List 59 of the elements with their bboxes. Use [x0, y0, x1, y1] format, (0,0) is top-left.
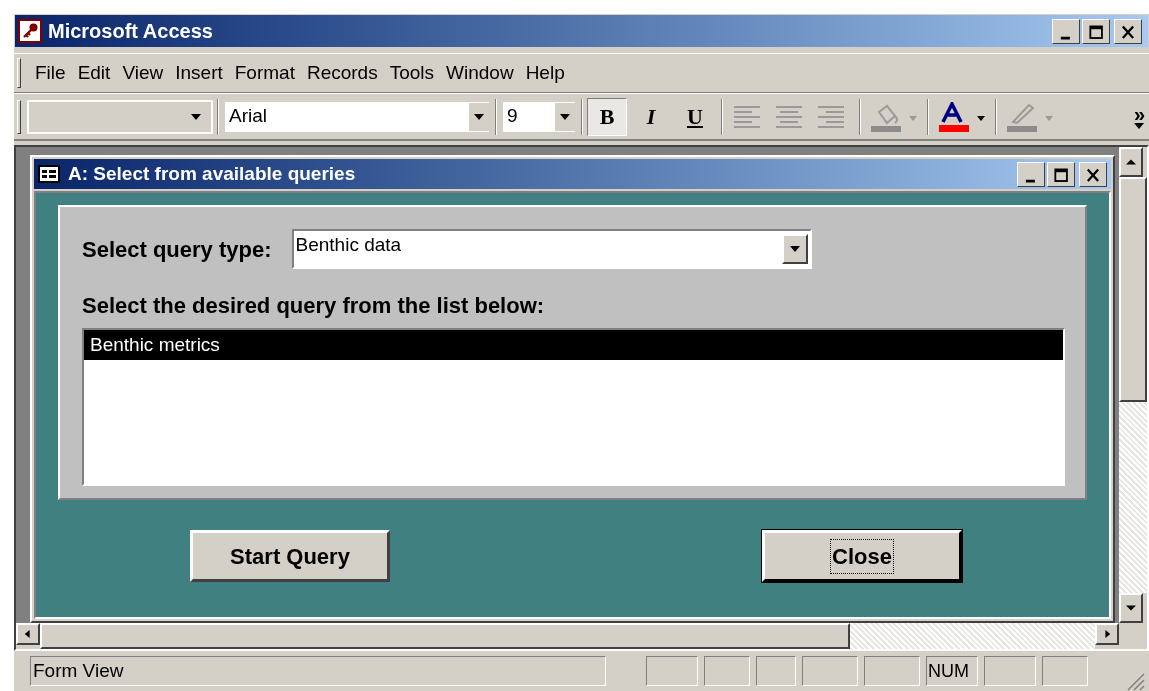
toolbar-grip — [17, 99, 21, 134]
menu-item[interactable]: Tools — [383, 56, 441, 90]
menu-item[interactable]: Format — [228, 56, 301, 90]
list-item[interactable]: Benthic metrics — [84, 330, 1063, 360]
dropdown-arrow-icon — [191, 113, 201, 120]
line-color-icon[interactable] — [1005, 101, 1055, 132]
status-panel — [704, 656, 750, 686]
status-panel — [646, 656, 698, 686]
scroll-right-button[interactable] — [1095, 623, 1119, 645]
key-icon — [18, 19, 42, 43]
underline-button[interactable]: U — [675, 97, 715, 136]
menu-item[interactable]: Insert — [169, 56, 229, 90]
toolbar-grip — [17, 58, 21, 88]
menu-item[interactable]: Window — [440, 56, 520, 90]
dropdown-arrow-icon — [1134, 122, 1145, 129]
dropdown-arrow-icon — [560, 113, 570, 120]
menu-item[interactable]: Edit — [71, 56, 117, 90]
maximize-button[interactable] — [1082, 18, 1110, 44]
scroll-up-button[interactable] — [1119, 147, 1143, 177]
scroll-down-button[interactable] — [1119, 593, 1143, 623]
combo-value: Benthic data — [294, 233, 403, 257]
minimize-button[interactable] — [1017, 161, 1045, 187]
window-title: Microsoft Access — [48, 19, 214, 44]
scrollbar-thumb[interactable] — [40, 623, 850, 649]
close-button[interactable] — [1114, 18, 1142, 44]
status-text: Form View — [30, 656, 606, 686]
status-panel — [984, 656, 1036, 686]
scrollbar-thumb[interactable] — [1119, 177, 1147, 402]
status-panel — [864, 656, 920, 686]
menu-item[interactable]: View — [116, 56, 170, 90]
font-color-icon[interactable] — [937, 101, 987, 132]
dropdown-arrow-icon — [474, 113, 484, 120]
field-label: Select the desired query from the list below: — [82, 292, 546, 320]
query-type-combo[interactable]: Benthic data — [291, 229, 812, 269]
minimize-button[interactable] — [1052, 18, 1080, 44]
status-panel — [1042, 656, 1088, 686]
close-button[interactable] — [1079, 161, 1107, 187]
dropdown-arrow-icon — [789, 246, 800, 252]
window-title: A: Select from available queries — [68, 161, 357, 186]
form-icon — [38, 165, 60, 183]
num-lock-indicator: NUM — [926, 656, 978, 686]
font-size-combo[interactable]: 9 — [501, 99, 577, 134]
form-button[interactable]: Start Query — [190, 530, 390, 582]
form-button[interactable]: Close — [762, 530, 962, 582]
maximize-button[interactable] — [1047, 161, 1075, 187]
italic-button[interactable]: I — [631, 97, 671, 136]
toolbar-overflow-button[interactable]: » — [1133, 104, 1145, 129]
menu-item[interactable]: File — [29, 56, 72, 90]
horizontal-scrollbar[interactable] — [16, 623, 1119, 649]
status-panel — [756, 656, 796, 686]
scroll-left-button[interactable] — [16, 623, 40, 645]
font-combo[interactable]: Arial — [223, 99, 491, 134]
field-label: Select query type: — [82, 235, 272, 264]
menu-item[interactable]: Help — [519, 56, 571, 90]
bold-button[interactable]: B — [587, 97, 627, 136]
status-panel — [802, 656, 858, 686]
menu-item[interactable]: Records — [300, 56, 384, 90]
combo-value: 9 — [506, 104, 519, 129]
combo-value: Arial — [228, 104, 268, 129]
